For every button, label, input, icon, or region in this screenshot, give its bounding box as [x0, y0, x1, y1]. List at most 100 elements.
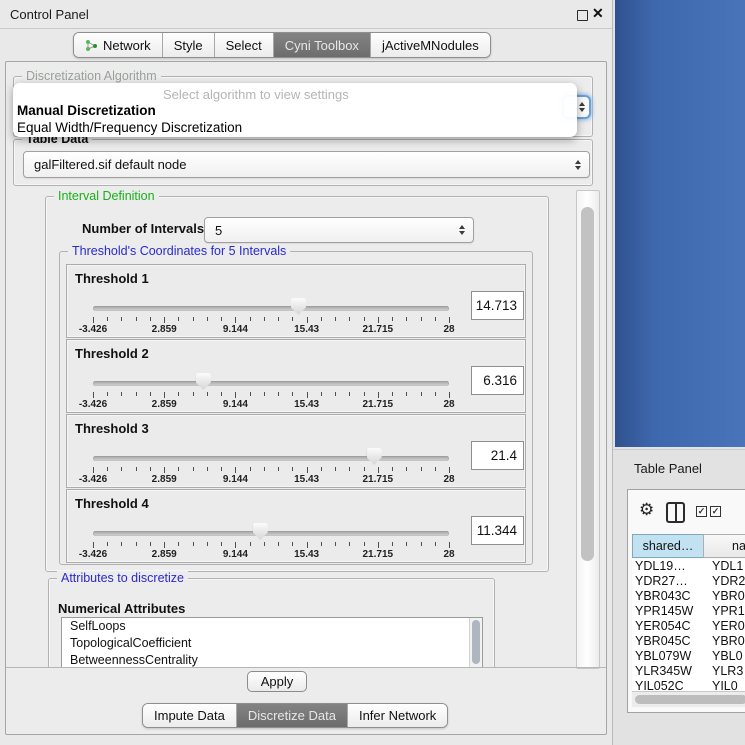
table-row[interactable]: YBL079WYBL0 — [632, 649, 745, 664]
slider-tick — [107, 392, 108, 396]
cell-name: YDL1 — [707, 559, 745, 574]
combo-stepper-icon — [459, 225, 465, 235]
threshold-row: Threshold 1-3.4262.8599.14415.4321.71528… — [66, 264, 526, 338]
table-horizontal-scrollbar[interactable] — [632, 691, 745, 707]
slider-tick — [278, 317, 279, 321]
slider-tick — [335, 542, 336, 546]
slider-tick — [136, 467, 137, 471]
slider-tick — [421, 542, 422, 546]
tab-network[interactable]: Network — [74, 33, 163, 57]
slider-tick — [421, 467, 422, 471]
slider-tick — [321, 317, 322, 321]
cell-shared-name: YBR045C — [632, 634, 707, 649]
slider-tick — [136, 542, 137, 546]
slider-tick — [364, 317, 365, 321]
threshold-value-field[interactable]: 14.713 — [471, 291, 524, 320]
slider-tick — [349, 542, 350, 546]
threshold-row: Threshold 3-3.4262.8599.14415.4321.71528… — [66, 414, 526, 488]
column-header-1[interactable]: shared… — [632, 534, 704, 558]
slider-track[interactable] — [93, 531, 449, 536]
network-icon — [85, 39, 98, 52]
table-row[interactable]: YER054CYER0 — [632, 619, 745, 634]
slider-track[interactable] — [93, 456, 449, 461]
slider-tick-label: 21.715 — [348, 474, 408, 485]
scrollbar-thumb[interactable] — [635, 695, 745, 704]
cell-name: YIL0 — [707, 679, 745, 691]
threshold-label: Threshold 1 — [75, 271, 149, 286]
content-divider — [6, 667, 606, 668]
list-item[interactable]: TopologicalCoefficient — [62, 635, 482, 652]
slider-tick — [178, 467, 179, 471]
slider-tick — [235, 467, 236, 473]
slider-tick-label: 15.43 — [277, 324, 337, 335]
slider-tick — [392, 467, 393, 471]
tab-label: Infer Network — [359, 708, 436, 723]
dropdown-option-equal-width-frequency[interactable]: Equal Width/Frequency Discretization — [17, 120, 242, 135]
slider-tick — [378, 542, 379, 548]
slider-tick — [93, 542, 94, 548]
scrollbar-thumb[interactable] — [472, 620, 480, 664]
scrollbar-thumb[interactable] — [581, 207, 594, 561]
table-row[interactable]: YBR043CYBR0 — [632, 589, 745, 604]
apply-button[interactable]: Apply — [247, 671, 307, 692]
slider-tick — [435, 392, 436, 396]
table-row[interactable]: YLR345WYLR3 — [632, 664, 745, 679]
tab-discretize-data[interactable]: Discretize Data — [237, 704, 348, 727]
threshold-value-field[interactable]: 6.316 — [471, 366, 524, 395]
slider-thumb[interactable] — [367, 448, 382, 465]
split-columns-icon[interactable] — [666, 502, 685, 523]
slider-tick — [207, 317, 208, 321]
list-item[interactable]: BetweennessCentrality — [62, 652, 482, 667]
slider-tick-label: 2.859 — [134, 474, 194, 485]
column-header-2[interactable]: na — [703, 534, 745, 558]
slider-tick — [93, 317, 94, 323]
attributes-list-scrollbar[interactable] — [469, 618, 482, 667]
slider-thumb[interactable] — [291, 298, 306, 315]
slider-tick — [292, 392, 293, 396]
slider-tick — [164, 392, 165, 398]
slider-tick — [335, 467, 336, 471]
slider-thumb[interactable] — [196, 373, 211, 390]
numerical-attributes-list[interactable]: SelfLoopsTopologicalCoefficientBetweenne… — [61, 617, 483, 667]
threshold-value-field[interactable]: 11.344 — [471, 516, 524, 545]
algorithm-dropdown-popup: Select algorithm to view settings Manual… — [13, 83, 577, 137]
gear-icon[interactable]: ⚙ — [639, 501, 654, 518]
table-row[interactable]: YIL052CYIL0 — [632, 679, 745, 691]
table-row[interactable]: YDR27…YDR2 — [632, 574, 745, 589]
tab-infer-network[interactable]: Infer Network — [348, 704, 447, 727]
dropdown-option-manual-discretization[interactable]: Manual Discretization — [17, 103, 156, 118]
slider-thumb[interactable] — [253, 523, 268, 540]
slider-tick-label: 15.43 — [277, 399, 337, 410]
cell-shared-name: YBR043C — [632, 589, 707, 604]
slider-tick — [235, 542, 236, 548]
table-data-combo[interactable]: galFiltered.sif default node — [23, 151, 590, 178]
slider-track[interactable] — [93, 381, 449, 386]
number-of-intervals-combo[interactable]: 5 — [204, 217, 474, 243]
tab-label: Impute Data — [154, 708, 225, 723]
slider-track[interactable] — [93, 306, 449, 311]
slider-tick — [221, 392, 222, 396]
table-row[interactable]: YBR045CYBR0 — [632, 634, 745, 649]
checkbox-icon[interactable]: ✓ — [710, 506, 721, 517]
slider-tick — [378, 392, 379, 398]
checkbox-icon[interactable]: ✓ — [696, 506, 707, 517]
slider-tick — [307, 392, 308, 398]
close-icon[interactable]: ✕ — [592, 5, 604, 22]
slider-tick — [321, 467, 322, 471]
float-window-icon[interactable] — [577, 10, 588, 21]
tab-select[interactable]: Select — [215, 33, 274, 57]
slider-tick — [349, 467, 350, 471]
tab-style[interactable]: Style — [163, 33, 215, 57]
slider-tick — [93, 467, 94, 473]
table-row[interactable]: YDL19…YDL1 — [632, 559, 745, 574]
tab-jactivemnodules[interactable]: jActiveMNodules — [371, 33, 490, 57]
table-row[interactable]: YPR145WYPR1 — [632, 604, 745, 619]
tab-impute-data[interactable]: Impute Data — [143, 704, 237, 727]
tab-cyni-toolbox[interactable]: Cyni Toolbox — [274, 33, 371, 57]
panel-vertical-scrollbar[interactable] — [576, 190, 600, 669]
threshold-value-field[interactable]: 21.4 — [471, 441, 524, 470]
list-item[interactable]: SelfLoops — [62, 618, 482, 635]
slider-tick — [150, 392, 151, 396]
table-header-row: shared…na — [632, 534, 745, 558]
group-title: Threshold's Coordinates for 5 Intervals — [68, 244, 290, 258]
